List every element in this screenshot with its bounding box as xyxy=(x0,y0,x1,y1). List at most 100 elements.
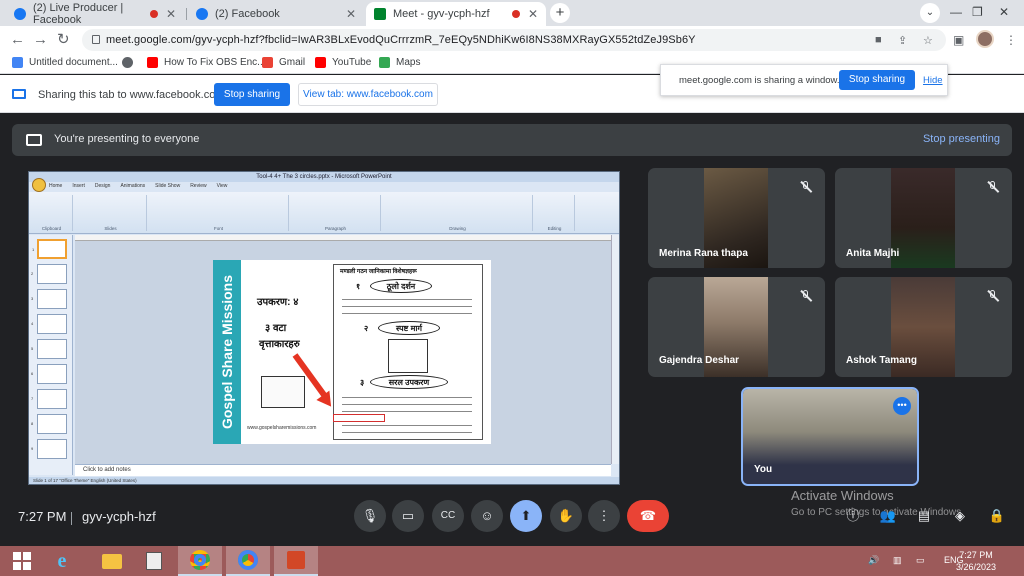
popup-hide-link[interactable]: Hide xyxy=(923,75,943,86)
office-button-icon xyxy=(32,178,46,192)
battery-icon[interactable]: ▭ xyxy=(916,555,925,566)
muted-mic-icon xyxy=(799,180,813,194)
file-explorer-icon[interactable] xyxy=(90,546,134,576)
tab-live-producer[interactable]: (2) Live Producer | Facebook ✕ xyxy=(6,2,184,26)
bookmark-gmail[interactable]: Gmail xyxy=(262,57,305,68)
volume-icon[interactable]: 🔊 xyxy=(868,555,879,566)
self-view-tile[interactable]: ••• You xyxy=(741,387,919,486)
doc-line xyxy=(342,313,472,314)
bookmark-obs-fix[interactable]: How To Fix OBS Enc... xyxy=(147,57,266,68)
host-controls-icon[interactable]: 🔒 xyxy=(987,506,1007,526)
participant-name: Merina Rana thapa xyxy=(659,248,748,259)
ppt-group-clipboard: Clipboard xyxy=(31,195,73,231)
presented-screen: Tool-4 4+ The 3 circles.pptx - Microsoft… xyxy=(28,171,620,485)
bookmark-youtube[interactable]: YouTube xyxy=(315,57,371,68)
doc-line xyxy=(342,425,472,426)
network-icon[interactable]: ▥ xyxy=(893,555,902,566)
stop-presenting-button[interactable]: Stop presenting xyxy=(923,133,1000,145)
meeting-details-icon[interactable]: ⓘ xyxy=(843,506,863,526)
paint-icon[interactable] xyxy=(132,546,176,576)
more-options-icon[interactable]: ••• xyxy=(893,397,911,415)
captions-button[interactable]: CC xyxy=(432,500,464,532)
back-icon[interactable]: ← xyxy=(10,31,25,49)
ppt-status-bar: Slide 1 of 17 "Office Theme" English (Un… xyxy=(29,477,619,484)
share-icon[interactable]: ⇪ xyxy=(898,34,907,47)
participant-name: Ashok Tamang xyxy=(846,355,917,366)
screen-share-icon xyxy=(12,89,26,99)
popup-stop-sharing-button[interactable]: Stop sharing xyxy=(839,70,915,90)
doc-line xyxy=(342,432,472,433)
forward-icon[interactable]: → xyxy=(33,31,48,49)
bookmark-maps[interactable]: Maps xyxy=(379,57,420,68)
leave-call-button[interactable]: ☎ xyxy=(627,500,669,532)
bookmark-untitled-document[interactable]: Untitled document... xyxy=(12,57,118,68)
present-screen-button[interactable]: ⬆ xyxy=(510,500,542,532)
view-tab-button[interactable]: View tab: www.facebook.com xyxy=(298,83,438,106)
participant-tile[interactable]: Gajendra Deshar xyxy=(648,277,825,377)
participant-tile[interactable]: Merina Rana thapa xyxy=(648,168,825,268)
close-tab-icon[interactable]: ✕ xyxy=(166,7,176,21)
participant-video xyxy=(891,168,955,268)
slide-thumbnail: 5 xyxy=(31,339,67,359)
bookmark-globe[interactable] xyxy=(122,57,139,68)
ppt-tab-insert: Insert xyxy=(72,183,85,189)
taskbar-clock[interactable]: 7:27 PM 3/26/2023 xyxy=(956,549,996,573)
minimize-icon[interactable]: — xyxy=(950,0,962,26)
tab-title: Meet - gyv-ycph-hzf xyxy=(393,8,490,20)
chat-icon[interactable]: ▤ xyxy=(914,506,934,526)
ppt-tab-slide-show: Slide Show xyxy=(155,183,181,189)
emoji-button[interactable]: ☺ xyxy=(471,500,503,532)
people-icon[interactable]: 👥 xyxy=(878,506,898,526)
present-screen-icon xyxy=(26,134,42,146)
slide-thumbnail: 8 xyxy=(31,414,67,434)
participant-tile[interactable]: Anita Majhi xyxy=(835,168,1012,268)
doc-line xyxy=(342,404,472,405)
restore-icon[interactable]: ❐ xyxy=(972,0,983,26)
doc-line xyxy=(342,306,472,307)
omnibox[interactable]: meet.google.com/gyv-ycph-hzf?fbclid=IwAR… xyxy=(82,29,946,51)
url-text[interactable]: meet.google.com/gyv-ycph-hzf?fbclid=IwAR… xyxy=(106,34,696,46)
close-tab-icon[interactable]: ✕ xyxy=(528,7,538,21)
presenting-text: You're presenting to everyone xyxy=(54,133,200,145)
new-tab-button[interactable]: + xyxy=(550,3,570,23)
start-button[interactable] xyxy=(0,546,44,576)
popup-sharing-text: meet.google.com is sharing a window. xyxy=(679,75,840,86)
activities-icon[interactable]: ◈ xyxy=(950,506,970,526)
side-panel-icon[interactable]: ▣ xyxy=(953,31,964,49)
tab-search-icon[interactable]: ⌄ xyxy=(920,3,940,23)
ppt-tab-animations: Animations xyxy=(120,183,146,189)
ppt-group-paragraph: Paragraph xyxy=(291,195,381,231)
oval-number: ३ xyxy=(360,378,365,387)
oval-number: १ xyxy=(356,282,361,291)
camera-icon[interactable]: ■ xyxy=(875,34,882,46)
ppt-group-font: Font xyxy=(149,195,289,231)
bookmark-star-icon[interactable]: ☆ xyxy=(923,34,933,47)
meeting-time: 7:27 PM xyxy=(18,509,67,524)
maps-icon xyxy=(379,57,390,68)
facebook-icon xyxy=(196,8,208,20)
chrome-taskbar-icon-2[interactable] xyxy=(226,546,270,576)
ppt-window-title: Tool-4 4+ The 3 circles.pptx - Microsoft… xyxy=(29,172,619,182)
raise-hand-button[interactable]: ✋ xyxy=(550,500,582,532)
powerpoint-taskbar-icon[interactable] xyxy=(274,546,318,576)
google-docs-icon xyxy=(12,57,23,68)
close-tab-icon[interactable]: ✕ xyxy=(346,7,356,21)
microphone-button[interactable]: 🎙 xyxy=(354,500,386,532)
close-window-icon[interactable]: ✕ xyxy=(999,0,1009,26)
participant-tile[interactable]: Ashok Tamang xyxy=(835,277,1012,377)
bookmark-label: YouTube xyxy=(332,57,372,68)
tab-facebook[interactable]: (2) Facebook ✕ xyxy=(188,2,364,26)
reload-icon[interactable]: ↻ xyxy=(57,31,70,49)
google-meet-icon xyxy=(374,8,386,20)
profile-avatar[interactable] xyxy=(976,30,994,48)
oval-simple-tool: सरल उपकरण xyxy=(370,375,448,389)
camera-button[interactable]: ▭ xyxy=(392,500,424,532)
chrome-taskbar-icon[interactable] xyxy=(178,546,222,576)
internet-explorer-icon[interactable]: e xyxy=(40,546,84,576)
more-options-button[interactable]: ⋮ xyxy=(588,500,620,532)
ppt-tab-view: View xyxy=(216,183,228,189)
menu-kebab-icon[interactable]: ⋮ xyxy=(1005,31,1017,49)
stop-sharing-button[interactable]: Stop sharing xyxy=(214,83,290,106)
bookmark-label: How To Fix OBS Enc... xyxy=(164,57,266,68)
tab-google-meet[interactable]: Meet - gyv-ycph-hzf ✕ xyxy=(366,2,546,26)
